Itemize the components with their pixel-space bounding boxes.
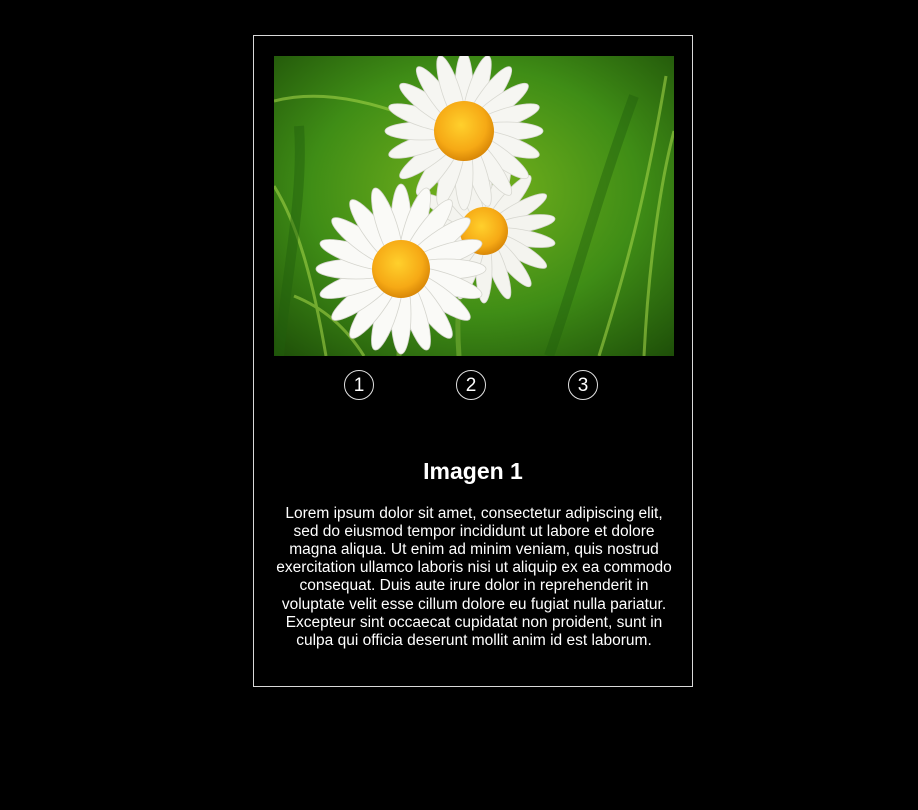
page-3-button[interactable]: 3 <box>568 370 598 400</box>
slide-description: Lorem ipsum dolor sit amet, consectetur … <box>276 504 672 649</box>
daisy-photo <box>274 56 674 356</box>
slide-pager: 1 2 3 <box>254 370 692 402</box>
page-2-button[interactable]: 2 <box>456 370 486 400</box>
daisy-image <box>274 56 674 356</box>
page-1-button[interactable]: 1 <box>344 370 374 400</box>
slide-title: Imagen 1 <box>423 458 523 485</box>
image-card: 1 2 3 Imagen 1 Lorem ipsum dolor sit ame… <box>253 35 693 687</box>
